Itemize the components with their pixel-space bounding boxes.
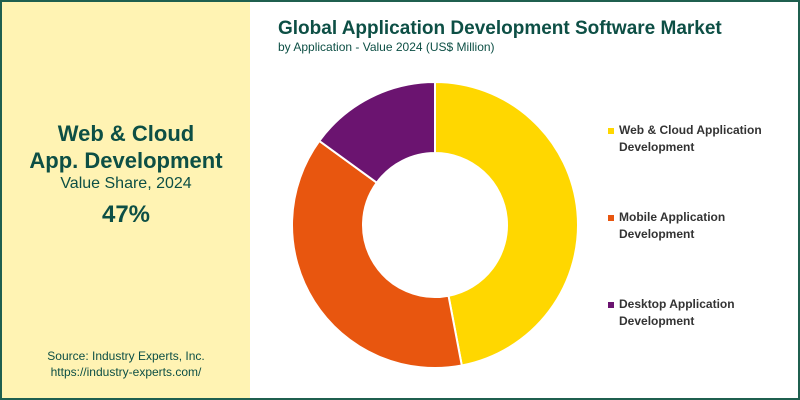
- highlight-subtitle: Value Share, 2024: [60, 175, 192, 192]
- highlight-title-line1: Web & Cloud: [57, 121, 195, 146]
- donut-slice-1: [434, 80, 579, 367]
- chart-subtitle: by Application - Value 2024 (US$ Million…: [278, 40, 495, 54]
- highlight-panel: Web & Cloud App. Development Value Share…: [2, 2, 250, 398]
- highlight-block: Web & Cloud App. Development Value Share…: [2, 120, 250, 230]
- source-line1: Source: Industry Experts, Inc.: [47, 349, 205, 363]
- chart-frame: Web & Cloud App. Development Value Share…: [0, 0, 800, 400]
- legend-label: Mobile Application Development: [619, 210, 726, 241]
- legend-swatch: [608, 128, 614, 134]
- highlight-title-line2: App. Development: [29, 148, 223, 173]
- source-url: https://industry-experts.com/: [50, 365, 202, 379]
- legend-swatch: [608, 302, 614, 308]
- chart-title: Global Application Development Software …: [278, 18, 722, 39]
- legend-label: Desktop Application Development: [619, 297, 735, 328]
- donut-chart: [291, 80, 579, 369]
- highlight-value: 47%: [101, 201, 151, 228]
- source-note: Source: Industry Experts, Inc. https://i…: [2, 348, 250, 380]
- legend-label: Web & Cloud Application Development: [619, 123, 762, 154]
- legend-swatch: [608, 215, 614, 221]
